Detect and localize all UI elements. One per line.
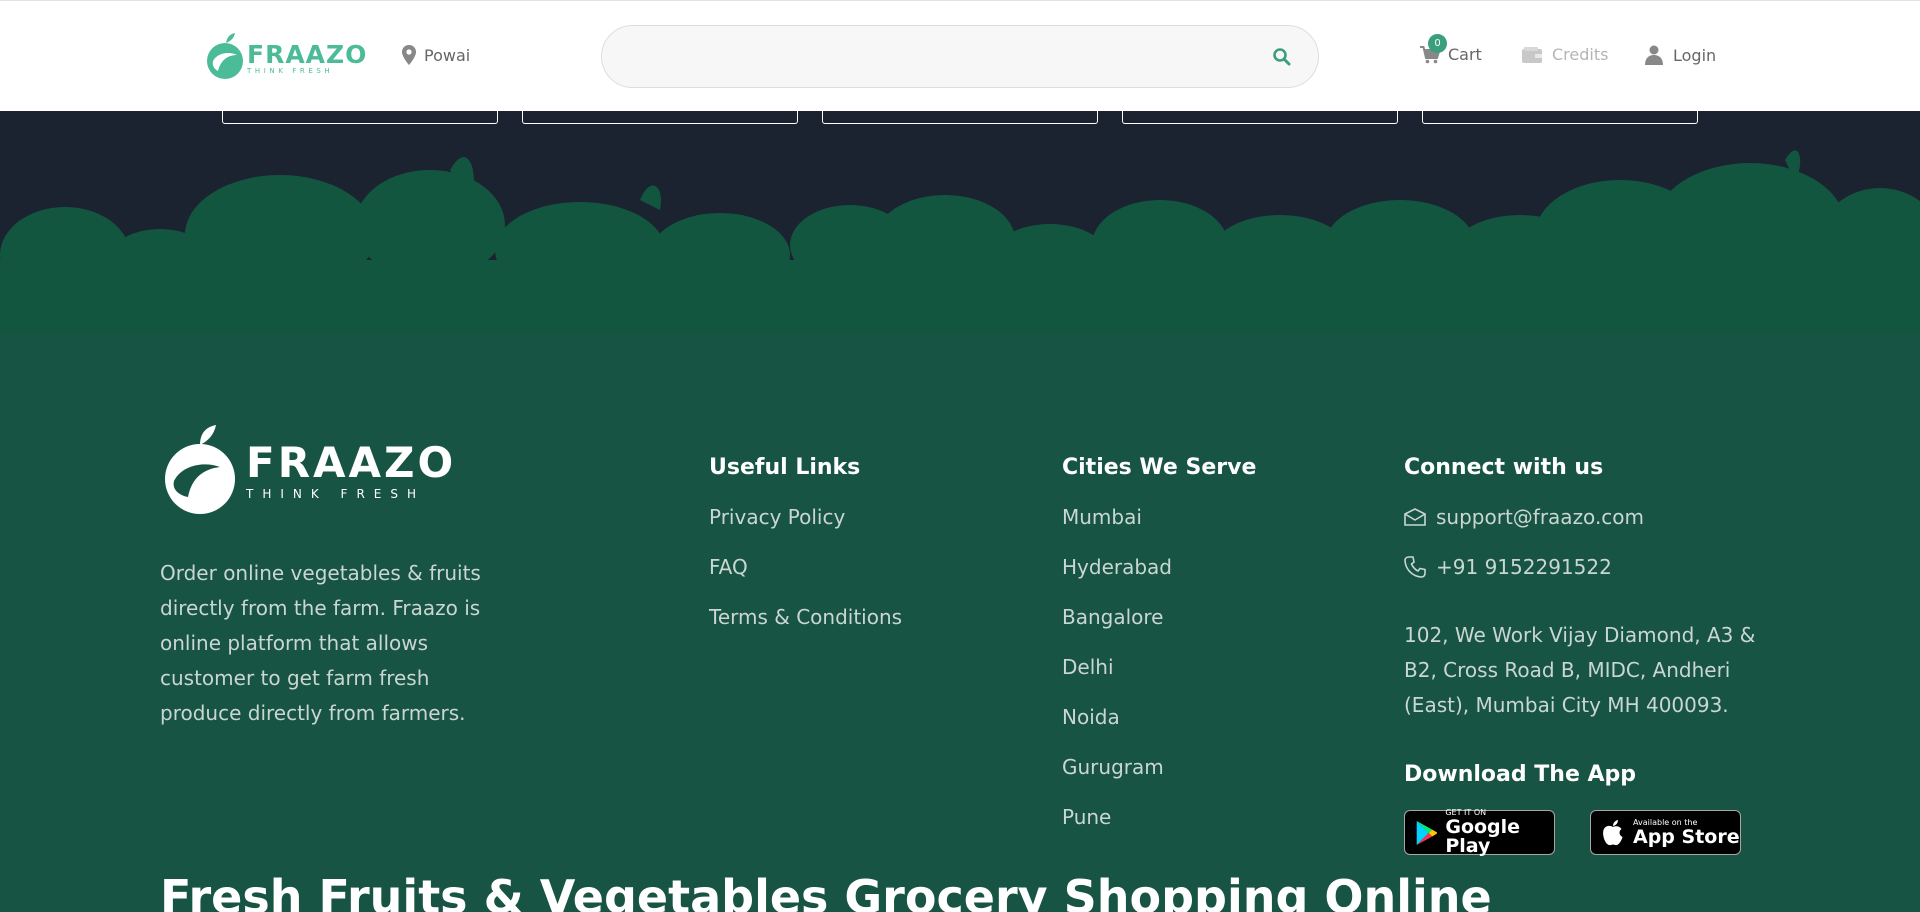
search-input[interactable] — [626, 26, 1246, 87]
location-label: Powai — [424, 45, 471, 65]
logo-leaf-icon — [205, 31, 245, 85]
map-pin-icon — [402, 45, 416, 65]
useful-links-heading: Useful Links — [709, 455, 861, 480]
seo-title: Fresh Fruits & Vegetables Grocery Shoppi… — [160, 870, 1492, 912]
email-text: support@fraazo.com — [1436, 505, 1645, 529]
envelope-icon — [1404, 508, 1426, 526]
apple-icon — [1603, 819, 1623, 845]
site-header: FRAAZO THINK FRESH Powai 0 Cart Credits … — [0, 0, 1920, 111]
google-play-icon — [1416, 820, 1438, 845]
city-link-gurugram[interactable]: Gurugram — [1062, 755, 1164, 779]
credits-button[interactable]: Credits — [1522, 45, 1608, 64]
city-link-pune[interactable]: Pune — [1062, 805, 1111, 829]
office-address: 102, We Work Vijay Diamond, A3 & B2, Cro… — [1404, 623, 1756, 717]
about-text: Order online vegetables & fruits directl… — [160, 561, 481, 725]
wallet-icon — [1522, 46, 1542, 63]
credits-label: Credits — [1552, 45, 1609, 64]
city-link-hyderabad[interactable]: Hyderabad — [1062, 555, 1172, 579]
cart-count-badge: 0 — [1428, 34, 1447, 53]
app-store-big-text: App Store — [1633, 825, 1740, 848]
search-bar — [601, 25, 1319, 88]
connect-heading: Connect with us — [1404, 455, 1604, 480]
cart-button[interactable]: 0 Cart — [1420, 34, 1482, 64]
footer-brand-logo[interactable]: FRAAZO THINK FRESH — [162, 423, 456, 519]
produce-silhouette-illustration — [0, 150, 1920, 340]
search-icon[interactable] — [1272, 47, 1292, 71]
phone-text: +91 9152291522 — [1436, 555, 1612, 579]
terms-link[interactable]: Terms & Conditions — [709, 605, 902, 629]
city-link-delhi[interactable]: Delhi — [1062, 655, 1114, 679]
user-icon — [1645, 45, 1663, 65]
brand-tagline: THINK FRESH — [247, 66, 334, 75]
footer-brand-tagline: THINK FRESH — [246, 487, 426, 501]
faq-link[interactable]: FAQ — [709, 555, 748, 579]
brand-logo[interactable]: FRAAZO THINK FRESH — [205, 31, 367, 85]
download-app-heading: Download The App — [1404, 762, 1637, 787]
brand-name: FRAAZO — [247, 39, 368, 69]
location-selector[interactable]: Powai — [402, 45, 470, 65]
app-store-button[interactable]: Available on the App Store — [1590, 810, 1741, 855]
privacy-policy-link[interactable]: Privacy Policy — [709, 505, 845, 529]
email-link[interactable]: support@fraazo.com — [1404, 505, 1644, 529]
google-play-button[interactable]: GET IT ON Google Play — [1404, 809, 1555, 857]
login-label: Login — [1673, 45, 1717, 65]
city-link-mumbai[interactable]: Mumbai — [1062, 505, 1142, 529]
login-button[interactable]: Login — [1645, 45, 1716, 65]
logo-leaf-icon — [162, 423, 238, 519]
phone-link[interactable]: +91 9152291522 — [1404, 555, 1612, 579]
phone-icon — [1404, 556, 1426, 578]
google-play-big-text: Google Play — [1445, 816, 1521, 857]
city-link-noida[interactable]: Noida — [1062, 705, 1120, 729]
cart-label: Cart — [1448, 45, 1482, 64]
cities-heading: Cities We Serve — [1062, 455, 1257, 480]
footer-brand-name: FRAAZO — [246, 438, 457, 487]
city-link-bangalore[interactable]: Bangalore — [1062, 605, 1163, 629]
